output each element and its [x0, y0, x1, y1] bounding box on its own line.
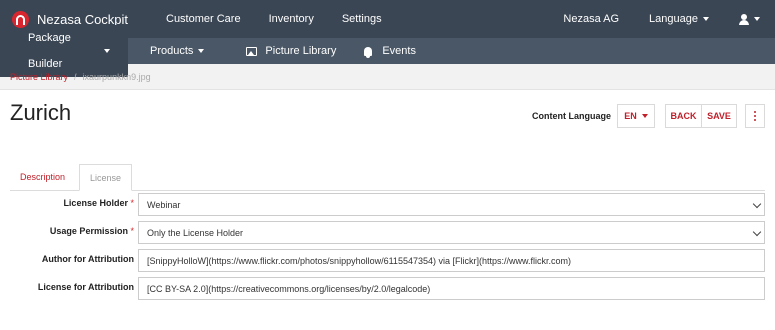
save-button[interactable]: SAVE	[701, 104, 737, 128]
kebab-menu-icon	[754, 111, 756, 121]
language-menu[interactable]: Language	[634, 0, 724, 38]
topnav-inventory[interactable]: Inventory	[255, 0, 328, 38]
usage-permission-value: Only the License Holder	[147, 227, 244, 238]
subnav-products[interactable]: Products	[136, 38, 232, 64]
subnav-package-builder[interactable]: Package Builder	[0, 25, 128, 77]
caret-down-icon	[198, 49, 205, 53]
license-form: License Holder * Webinar Usage Permissio…	[10, 192, 765, 304]
usage-permission-label: Usage Permission *	[10, 226, 134, 236]
license-holder-row: License Holder * Webinar	[10, 192, 765, 220]
language-menu-label: Language	[649, 13, 698, 25]
subnav-events-label: Events	[382, 45, 416, 57]
usage-permission-row: Usage Permission * Only the License Hold…	[10, 220, 765, 248]
license-attribution-label: License for Attribution	[37, 282, 134, 292]
license-holder-label: License Holder *	[10, 198, 134, 208]
caret-down-icon	[703, 17, 709, 22]
caret-down-icon	[754, 17, 760, 22]
license-holder-label-text: License Holder	[63, 198, 128, 208]
author-attribution-input[interactable]: [SnippyHolloW](https://www.flickr.com/ph…	[138, 249, 765, 272]
header-tools: Content Language EN BACK SAVE	[532, 104, 765, 128]
tab-license[interactable]: License	[79, 164, 133, 191]
chevron-down-icon	[752, 199, 762, 209]
breadcrumb-picture-library[interactable]: Picture Library	[10, 72, 68, 82]
breadcrumb-separator: /	[74, 71, 77, 82]
license-attribution-input[interactable]: [CC BY-SA 2.0](https://creativecommons.o…	[138, 277, 765, 300]
license-attribution-row: License for Attribution [CC BY-SA 2.0](h…	[10, 276, 765, 304]
page-title: Zurich	[10, 100, 72, 125]
caret-down-icon	[641, 114, 648, 118]
license-attribution-value: [CC BY-SA 2.0](https://creativecommons.o…	[147, 283, 431, 294]
topnav-customer-care[interactable]: Customer Care	[152, 0, 255, 38]
caret-down-icon	[104, 49, 110, 53]
subnav-products-label: Products	[150, 45, 194, 57]
topnav-settings[interactable]: Settings	[328, 0, 396, 38]
author-attribution-label: Author for Attribution	[41, 254, 134, 264]
breadcrumb-current: ixaurpunkkn9.jpg	[82, 71, 151, 82]
usage-permission-select[interactable]: Only the License Holder	[138, 221, 765, 244]
required-marker: *	[130, 226, 134, 236]
author-attribution-row: Author for Attribution [SnippyHolloW](ht…	[10, 248, 765, 276]
license-holder-value: Webinar	[147, 199, 181, 210]
subnav-picture-library[interactable]: Picture Library	[232, 38, 350, 64]
author-attribution-value: [SnippyHolloW](https://www.flickr.com/ph…	[147, 255, 571, 266]
app-root: Nezasa Cockpit Customer Care Inventory S…	[0, 0, 775, 330]
tabs: Description License	[10, 164, 765, 191]
back-button[interactable]: BACK	[665, 104, 701, 128]
subnav-events[interactable]: Events	[350, 38, 430, 64]
tab-description[interactable]: Description	[10, 164, 75, 190]
content-language-value: EN	[624, 111, 637, 121]
user-menu[interactable]	[724, 0, 775, 38]
top-nav-right: Nezasa AG Language	[548, 0, 775, 38]
content-language-dropdown[interactable]: EN	[617, 104, 655, 128]
more-actions-button[interactable]	[745, 104, 765, 128]
user-icon	[739, 13, 749, 25]
account-name[interactable]: Nezasa AG	[548, 0, 634, 38]
content-language-label: Content Language	[532, 111, 611, 121]
usage-permission-label-text: Usage Permission	[49, 226, 128, 236]
page-header: Zurich Content Language EN BACK SAVE	[0, 90, 775, 140]
subnav-package-builder-label: Package Builder	[28, 32, 71, 70]
nezasa-logo-icon	[12, 10, 29, 28]
subnav-picture-library-label: Picture Library	[265, 45, 337, 57]
required-marker: *	[130, 198, 134, 208]
license-holder-select[interactable]: Webinar	[138, 193, 765, 216]
secondary-navbar: Package Builder Products Picture Library…	[0, 25, 775, 77]
top-nav: Customer Care Inventory Settings	[152, 0, 396, 38]
picture-icon	[246, 46, 258, 56]
bell-icon	[364, 46, 373, 58]
chevron-down-icon	[752, 227, 762, 237]
